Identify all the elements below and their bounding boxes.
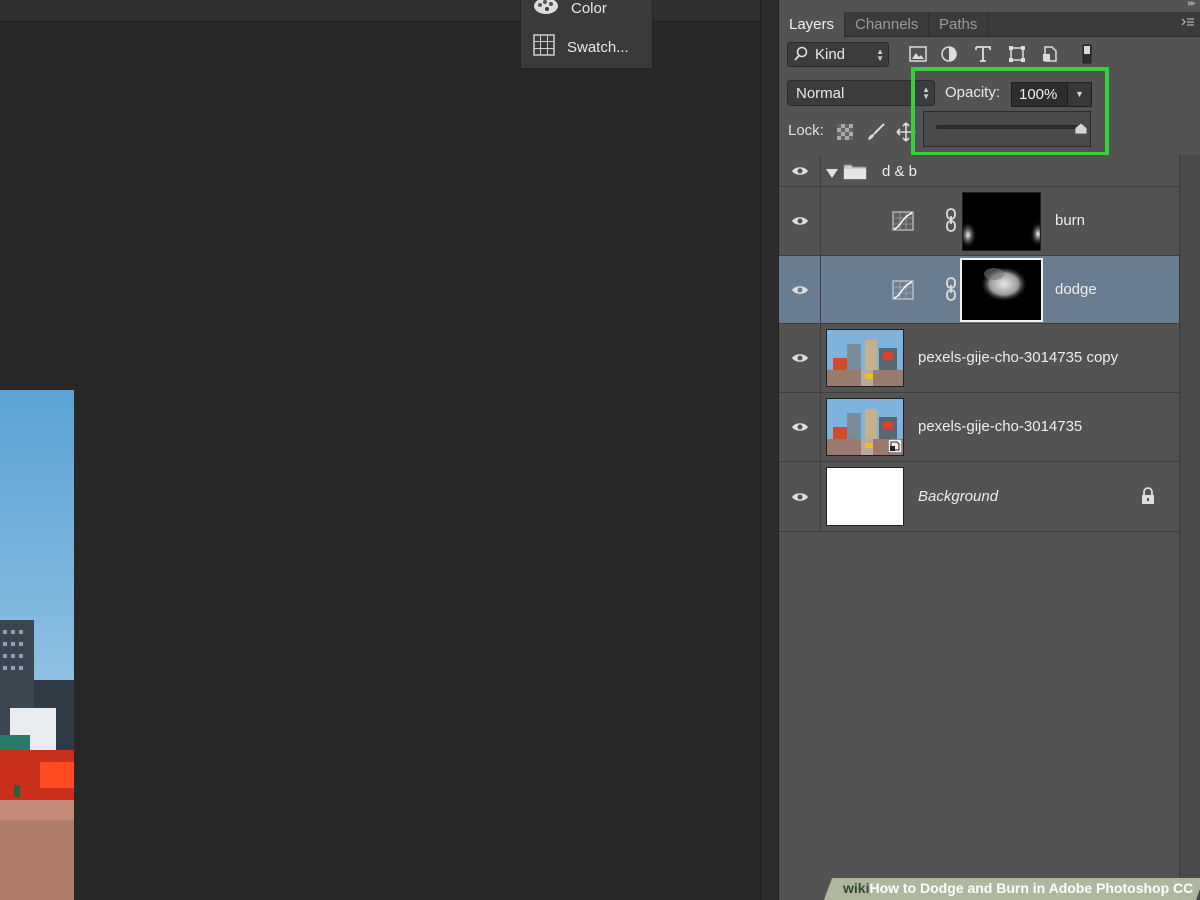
- footer-brand: wiki: [843, 880, 870, 896]
- swatches-panel-label: Swatch...: [567, 38, 629, 56]
- lock-icon: [1141, 487, 1155, 510]
- layer-name: dodge: [1055, 281, 1097, 298]
- curves-adjustment-icon: [892, 280, 914, 305]
- collapse-panel-icon[interactable]: ▸▸: [1188, 0, 1196, 9]
- expand-triangle-icon[interactable]: [826, 166, 838, 184]
- filter-kind-select[interactable]: Kind ▲ ▼: [787, 42, 889, 67]
- color-panel-label: Color: [571, 0, 607, 17]
- visibility-eye-icon[interactable]: [779, 256, 821, 323]
- layer-name: pexels-gije-cho-3014735 copy: [918, 349, 1119, 366]
- palette-icon: [533, 0, 571, 20]
- lock-paint-icon[interactable]: [866, 122, 886, 147]
- panel-tab-bar: Layers Channels Paths: [779, 12, 1200, 38]
- tab-layers[interactable]: Layers: [779, 12, 846, 38]
- smart-object-badge-icon: [887, 438, 903, 458]
- visibility-eye-icon[interactable]: [779, 187, 821, 255]
- layer-mask-thumbnail[interactable]: [962, 192, 1041, 251]
- panel-menu-icon[interactable]: [1181, 16, 1195, 31]
- layer-image-thumbnail[interactable]: [826, 467, 904, 526]
- footer-title: How to Dodge and Burn in Adobe Photoshop…: [869, 880, 1194, 896]
- tab-channels[interactable]: Channels: [845, 12, 930, 37]
- filter-kind-label: Kind: [815, 46, 846, 63]
- footer-caption: wikiHow to Dodge and Burn in Adobe Photo…: [843, 880, 1193, 896]
- swatches-icon: [533, 34, 567, 60]
- tab-paths[interactable]: Paths: [929, 12, 989, 37]
- layer-name: pexels-gije-cho-3014735: [918, 418, 1083, 435]
- document-canvas[interactable]: Color Swatch...: [0, 0, 760, 900]
- type-filter-icon[interactable]: [973, 44, 993, 64]
- chain-link-icon[interactable]: [945, 208, 957, 237]
- blend-mode-value: Normal: [796, 85, 845, 102]
- layer-row-background[interactable]: Background: [779, 462, 1179, 532]
- shape-filter-icon[interactable]: [1007, 44, 1027, 64]
- spinner-icon: ▲ ▼: [876, 46, 884, 63]
- panel-splitter[interactable]: [760, 0, 778, 900]
- canvas-photo: [0, 390, 74, 900]
- layers-scrollbar[interactable]: [1179, 155, 1200, 900]
- adjustment-filter-icon[interactable]: [939, 44, 959, 64]
- swatches-panel-button[interactable]: Swatch...: [533, 34, 629, 60]
- layer-row-pexels[interactable]: pexels-gije-cho-3014735: [779, 393, 1179, 462]
- search-icon: [794, 46, 808, 66]
- curves-adjustment-icon: [892, 211, 914, 236]
- lock-label: Lock:: [788, 122, 824, 139]
- opacity-highlight-box: [911, 67, 1109, 156]
- layer-name: burn: [1055, 212, 1086, 229]
- smart-object-filter-icon[interactable]: [1040, 44, 1060, 64]
- chain-link-icon[interactable]: [945, 277, 957, 306]
- layers-panel: ▸▸ Layers Channels Paths Kind ▲ ▼ Normal …: [778, 0, 1200, 900]
- layer-image-thumbnail[interactable]: [826, 329, 904, 387]
- visibility-eye-icon[interactable]: [779, 462, 821, 531]
- mini-panel-dock: Color Swatch...: [520, 0, 653, 69]
- layer-row-dodge[interactable]: dodge: [779, 256, 1179, 324]
- layer-row-pexels-copy[interactable]: pexels-gije-cho-3014735 copy: [779, 324, 1179, 393]
- color-panel-button[interactable]: Color: [533, 0, 607, 21]
- visibility-eye-icon[interactable]: [779, 155, 821, 186]
- visibility-eye-icon[interactable]: [779, 393, 821, 461]
- layer-name: d & b: [882, 163, 918, 180]
- filter-toggle-icon[interactable]: [1077, 44, 1097, 64]
- layer-row-group[interactable]: d & b: [779, 155, 1179, 187]
- layer-name: Background: [918, 488, 999, 505]
- folder-icon: [843, 163, 867, 185]
- pixel-filter-icon[interactable]: [908, 44, 928, 64]
- layer-row-burn[interactable]: burn: [779, 187, 1179, 256]
- layer-mask-thumbnail[interactable]: [960, 258, 1043, 322]
- visibility-eye-icon[interactable]: [779, 324, 821, 392]
- lock-transparent-icon[interactable]: [837, 124, 853, 145]
